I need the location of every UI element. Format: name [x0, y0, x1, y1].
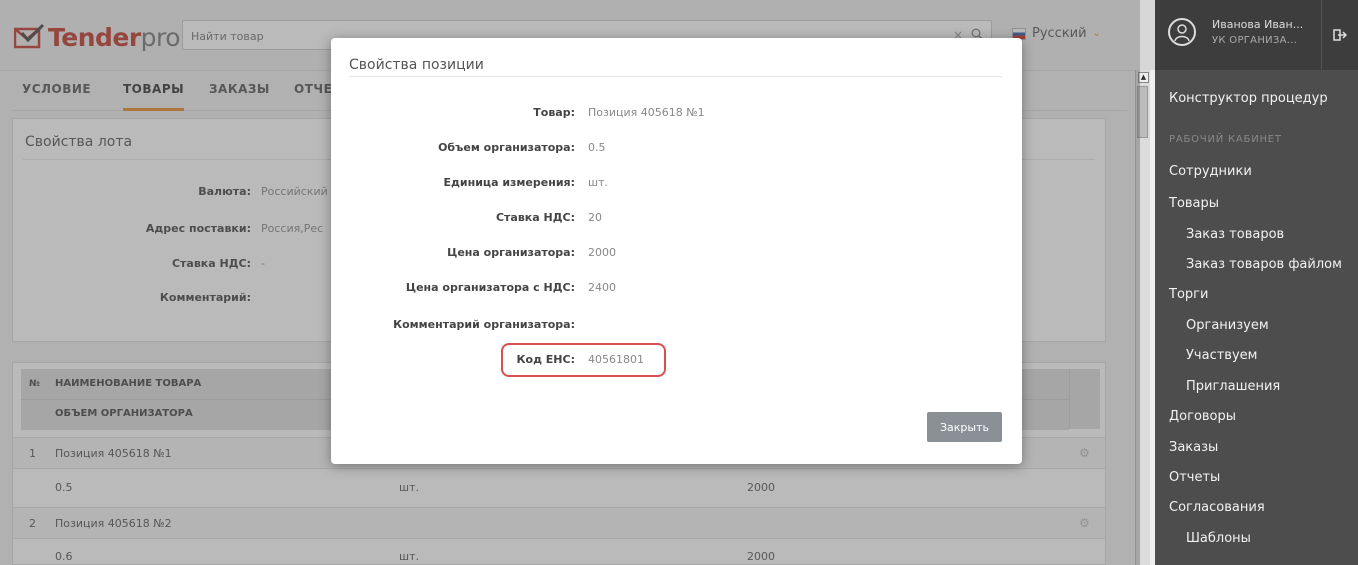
sidebar-item-employees[interactable]: Сотрудники	[1169, 164, 1252, 179]
dialog-title: Свойства позиции	[349, 57, 484, 73]
field-organizer-comment: Комментарий организатора:	[393, 318, 575, 331]
field-organizer-price: Цена организатора: 2000	[447, 246, 616, 259]
logout-button[interactable]	[1321, 0, 1358, 70]
sidebar-item-contracts[interactable]: Договоры	[1169, 409, 1236, 424]
scrollbar-gap	[1140, 0, 1155, 70]
sidebar-item-tenders[interactable]: Торги	[1169, 287, 1208, 302]
field-ens-code: Код ЕНС: 40561801	[516, 353, 644, 366]
sidebar-item-order-goods[interactable]: Заказ товаров	[1186, 227, 1284, 242]
avatar	[1168, 18, 1196, 46]
divider	[349, 76, 1002, 77]
position-properties-dialog: Свойства позиции Товар: Позиция 405618 №…	[331, 38, 1022, 464]
sidebar-item-templates[interactable]: Шаблоны	[1186, 531, 1251, 546]
sidebar-item-goods[interactable]: Товары	[1169, 196, 1219, 211]
sidebar-item-approvals[interactable]: Согласования	[1169, 500, 1265, 515]
ens-code-highlight	[501, 343, 666, 377]
sidebar-item-invitations[interactable]: Приглашения	[1186, 379, 1280, 394]
sidebar-item-participating[interactable]: Участвуем	[1186, 348, 1257, 363]
field-organizer-volume: Объем организатора: 0.5	[438, 141, 606, 154]
logout-icon	[1333, 28, 1348, 45]
sidebar-item-orders[interactable]: Заказы	[1169, 440, 1218, 455]
sidebar-item-procedure-builder[interactable]: Конструктор процедур	[1169, 91, 1328, 106]
user-name: Иванова Иван...	[1212, 18, 1304, 31]
user-organization: УК ОРГАНИЗА...	[1212, 35, 1298, 46]
field-product: Товар: Позиция 405618 №1	[533, 106, 705, 119]
sidebar-item-reports[interactable]: Отчеты	[1169, 470, 1220, 485]
field-unit: Единица измерения: шт.	[443, 176, 608, 189]
close-button[interactable]: Закрыть	[927, 412, 1002, 442]
field-vat-rate: Ставка НДС: 20	[495, 211, 602, 224]
user-panel[interactable]: Иванова Иван... УК ОРГАНИЗА...	[1155, 0, 1358, 70]
right-sidebar: Иванова Иван... УК ОРГАНИЗА... Конструкт…	[1155, 0, 1358, 565]
sidebar-item-order-goods-file[interactable]: Заказ товаров файлом	[1186, 257, 1342, 272]
field-organizer-price-vat: Цена организатора с НДС: 2400	[405, 281, 616, 294]
sidebar-item-organizing[interactable]: Организуем	[1186, 318, 1269, 333]
sidebar-section-workspace: РАБОЧИЙ КАБИНЕТ	[1169, 134, 1282, 145]
